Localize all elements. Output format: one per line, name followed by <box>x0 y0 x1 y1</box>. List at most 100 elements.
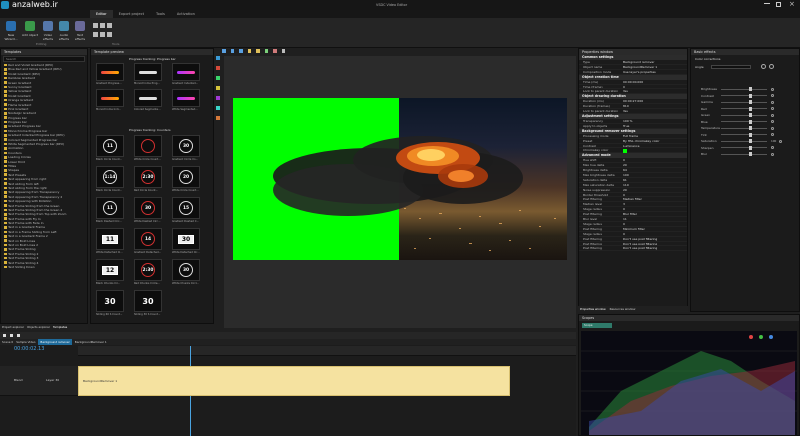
align-center-icon[interactable] <box>230 49 234 53</box>
progress-template[interactable]: White Segmented... <box>172 89 200 115</box>
new-wizard-button[interactable]: New Wizard... <box>3 21 19 45</box>
property-value[interactable]: 3 <box>623 202 687 206</box>
property-value[interactable]: Minimum filter <box>623 227 687 231</box>
property-value[interactable]: Don't use post filtering <box>623 242 687 246</box>
record-icon[interactable] <box>17 334 20 337</box>
property-value[interactable]: 0 <box>623 222 687 226</box>
pointer-icon[interactable] <box>216 56 220 60</box>
crumb-sample-video[interactable]: Sample Video <box>16 339 35 345</box>
property-value[interactable]: 00:00:27.000 <box>623 99 687 103</box>
tab-project-explorer[interactable]: Project explorer <box>2 324 24 330</box>
property-value[interactable]: 0 <box>623 207 687 211</box>
counter-template[interactable]: White Circle Count... <box>134 135 162 161</box>
maximize-icon[interactable] <box>776 2 781 7</box>
reset-icon[interactable] <box>771 113 774 117</box>
counter-template[interactable]: 15 Gradient Dashed C... <box>172 197 200 223</box>
slider-knob[interactable] <box>748 93 752 98</box>
progress-template[interactable]: Gradient Progress... <box>96 63 124 89</box>
reset-icon[interactable] <box>771 120 774 124</box>
property-value[interactable]: Background remover <box>623 60 687 64</box>
property-value[interactable]: BackgroundRemover 1 <box>623 65 687 69</box>
undo-icon[interactable] <box>93 31 98 37</box>
slider-track[interactable] <box>721 139 767 144</box>
cut-icon[interactable] <box>93 23 98 28</box>
slider-knob[interactable] <box>748 126 752 131</box>
property-value[interactable]: Don't use post filtering <box>623 246 687 250</box>
scope-mode-select[interactable]: Scope <box>582 323 612 328</box>
counter-template[interactable]: 30 Gradient Circle Co... <box>172 135 200 161</box>
slider-knob[interactable] <box>748 139 752 144</box>
timeline-clip[interactable]: BackgroundRemover 1 <box>78 366 510 396</box>
redo-icon[interactable] <box>100 31 105 37</box>
slider-track[interactable] <box>721 113 767 118</box>
reset-icon[interactable] <box>771 146 774 150</box>
counter-template[interactable]: 30 Sliding 60 S Count... <box>96 290 124 316</box>
crop-icon[interactable] <box>273 49 277 53</box>
property-value[interactable]: Don't use post filtering <box>623 237 687 241</box>
shape-tool-icon[interactable] <box>216 76 220 80</box>
time-ruler[interactable] <box>78 346 576 356</box>
slider-track[interactable] <box>721 119 767 124</box>
grid-icon[interactable] <box>264 49 268 53</box>
crumb-scene[interactable]: Scene 0 <box>2 339 13 345</box>
rotate-left-icon[interactable] <box>761 64 766 69</box>
property-value[interactable]: Yes <box>623 109 687 113</box>
reset-icon[interactable] <box>771 100 774 104</box>
property-value[interactable]: 110 <box>623 183 687 187</box>
image-tool-icon[interactable] <box>216 86 220 90</box>
property-value[interactable] <box>623 148 627 153</box>
align-right-icon[interactable] <box>239 49 243 53</box>
reset-icon[interactable] <box>771 94 774 98</box>
template-search-input[interactable]: Search <box>3 56 85 62</box>
counter-template[interactable]: 2:30 Red Chunks Circle... <box>134 259 162 285</box>
crumb-background-remover[interactable]: Background remover <box>38 339 72 345</box>
audio-effects-button[interactable]: Audio effects <box>56 21 72 45</box>
property-value[interactable]: Luminance <box>623 144 687 148</box>
layer-down-icon[interactable] <box>256 49 260 53</box>
counter-template[interactable]: 30 White Chunks Circl... <box>172 259 200 285</box>
paste-icon[interactable] <box>107 23 112 28</box>
property-value[interactable]: 00:00:00.000 <box>623 80 687 84</box>
counter-template[interactable]: 30 Sliding 30 S Count... <box>134 290 162 316</box>
slider-knob[interactable] <box>748 132 752 137</box>
property-value[interactable]: 20 <box>623 188 687 192</box>
tab-export[interactable]: Export project <box>113 10 150 18</box>
progress-template[interactable]: Monochrome Prog... <box>134 63 162 89</box>
counter-template[interactable]: 1:14 Black Circle Count... <box>96 166 124 192</box>
property-value[interactable]: 61 <box>623 178 687 182</box>
property-value[interactable]: 0 <box>623 85 687 89</box>
close-icon[interactable]: × <box>789 0 795 9</box>
property-value[interactable]: 810 <box>623 104 687 108</box>
slider-track[interactable] <box>721 132 767 137</box>
template-tree-item[interactable]: Text Sliding Down <box>4 265 87 269</box>
slider-knob[interactable] <box>748 145 752 150</box>
reset-icon[interactable] <box>771 107 774 111</box>
slider-track[interactable] <box>721 106 767 111</box>
tab-editor[interactable]: Editor <box>90 10 113 18</box>
property-value[interactable]: 0 <box>623 158 687 162</box>
progress-template[interactable]: Colored Segmente... <box>134 89 162 115</box>
slider-knob[interactable] <box>748 100 752 105</box>
delete-icon[interactable] <box>107 31 112 37</box>
property-value[interactable]: True <box>623 124 687 128</box>
play-icon[interactable] <box>3 334 6 337</box>
property-value[interactable]: Yes <box>623 89 687 93</box>
property-value[interactable]: 100 % <box>623 119 687 123</box>
reset-icon[interactable] <box>771 126 774 130</box>
property-value[interactable]: Use layer's properties <box>623 70 687 74</box>
counter-template[interactable]: 30 White Detached Cir... <box>172 228 200 254</box>
counter-template[interactable]: 20 White Circle Count... <box>172 166 200 192</box>
slider-knob[interactable] <box>748 119 752 124</box>
progress-template[interactable]: Gradient Indented... <box>172 63 200 89</box>
crumb-remover-object[interactable]: BackgroundRemover 1 <box>75 339 107 345</box>
counter-template[interactable]: 30 White Dashed Circ... <box>134 197 162 223</box>
reset-icon[interactable] <box>779 139 782 143</box>
property-value[interactable]: 0 <box>623 193 687 197</box>
property-value[interactable]: 11 <box>623 217 687 221</box>
zoom-icon[interactable] <box>281 49 285 53</box>
angle-input[interactable] <box>711 64 751 69</box>
reset-icon[interactable] <box>771 87 774 91</box>
slider-track[interactable] <box>721 145 767 150</box>
property-value[interactable]: 20 <box>623 163 687 167</box>
stop-icon[interactable] <box>10 334 13 337</box>
